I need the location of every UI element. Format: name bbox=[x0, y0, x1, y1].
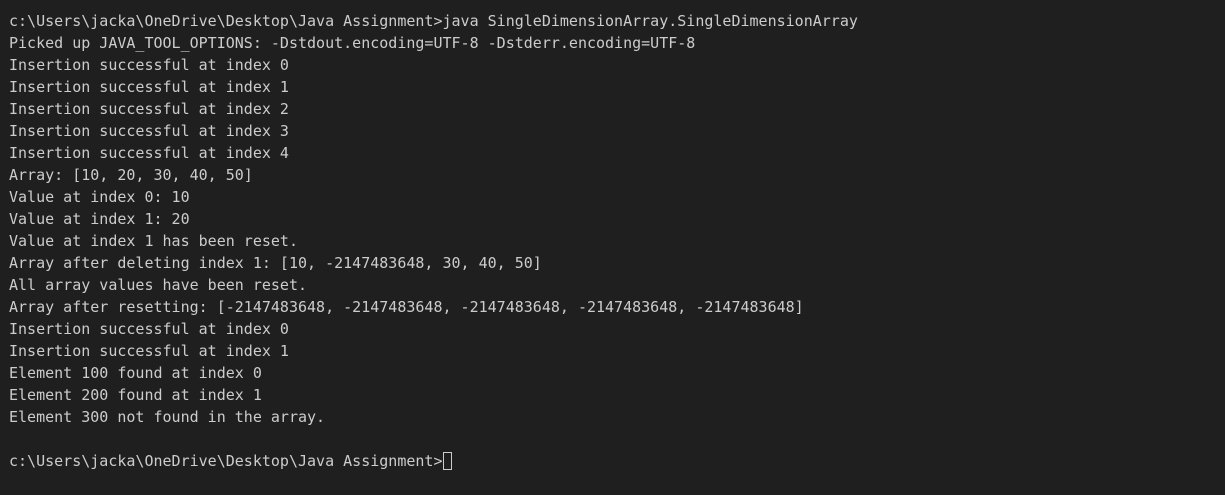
output-line: Insertion successful at index 0 bbox=[9, 56, 289, 74]
output-line: Insertion successful at index 1 bbox=[9, 78, 289, 96]
output-line: Value at index 1 has been reset. bbox=[9, 232, 298, 250]
terminal-output-area[interactable]: c:\Users\jacka\OneDrive\Desktop\Java Ass… bbox=[0, 0, 1225, 495]
prompt-line[interactable]: c:\Users\jacka\OneDrive\Desktop\Java Ass… bbox=[9, 450, 1225, 472]
text-cursor[interactable] bbox=[443, 452, 453, 470]
command-line: c:\Users\jacka\OneDrive\Desktop\Java Ass… bbox=[9, 12, 858, 30]
output-line: Insertion successful at index 0 bbox=[9, 320, 289, 338]
prompt-text: c:\Users\jacka\OneDrive\Desktop\Java Ass… bbox=[9, 452, 443, 470]
output-line: Element 300 not found in the array. bbox=[9, 408, 326, 426]
output-line: Array after resetting: [-2147483648, -21… bbox=[9, 298, 804, 316]
output-line: Insertion successful at index 1 bbox=[9, 342, 289, 360]
output-line: Element 100 found at index 0 bbox=[9, 364, 262, 382]
output-line: Insertion successful at index 2 bbox=[9, 100, 289, 118]
output-line: Value at index 0: 10 bbox=[9, 188, 190, 206]
output-line: Array: [10, 20, 30, 40, 50] bbox=[9, 166, 253, 184]
output-line: Insertion successful at index 4 bbox=[9, 144, 289, 162]
output-line: All array values have been reset. bbox=[9, 276, 308, 294]
output-line: Insertion successful at index 3 bbox=[9, 122, 289, 140]
output-line: Array after deleting index 1: [10, -2147… bbox=[9, 254, 542, 272]
output-line: Element 200 found at index 1 bbox=[9, 386, 262, 404]
output-line: Value at index 1: 20 bbox=[9, 210, 190, 228]
output-line: Picked up JAVA_TOOL_OPTIONS: -Dstdout.en… bbox=[9, 34, 696, 52]
